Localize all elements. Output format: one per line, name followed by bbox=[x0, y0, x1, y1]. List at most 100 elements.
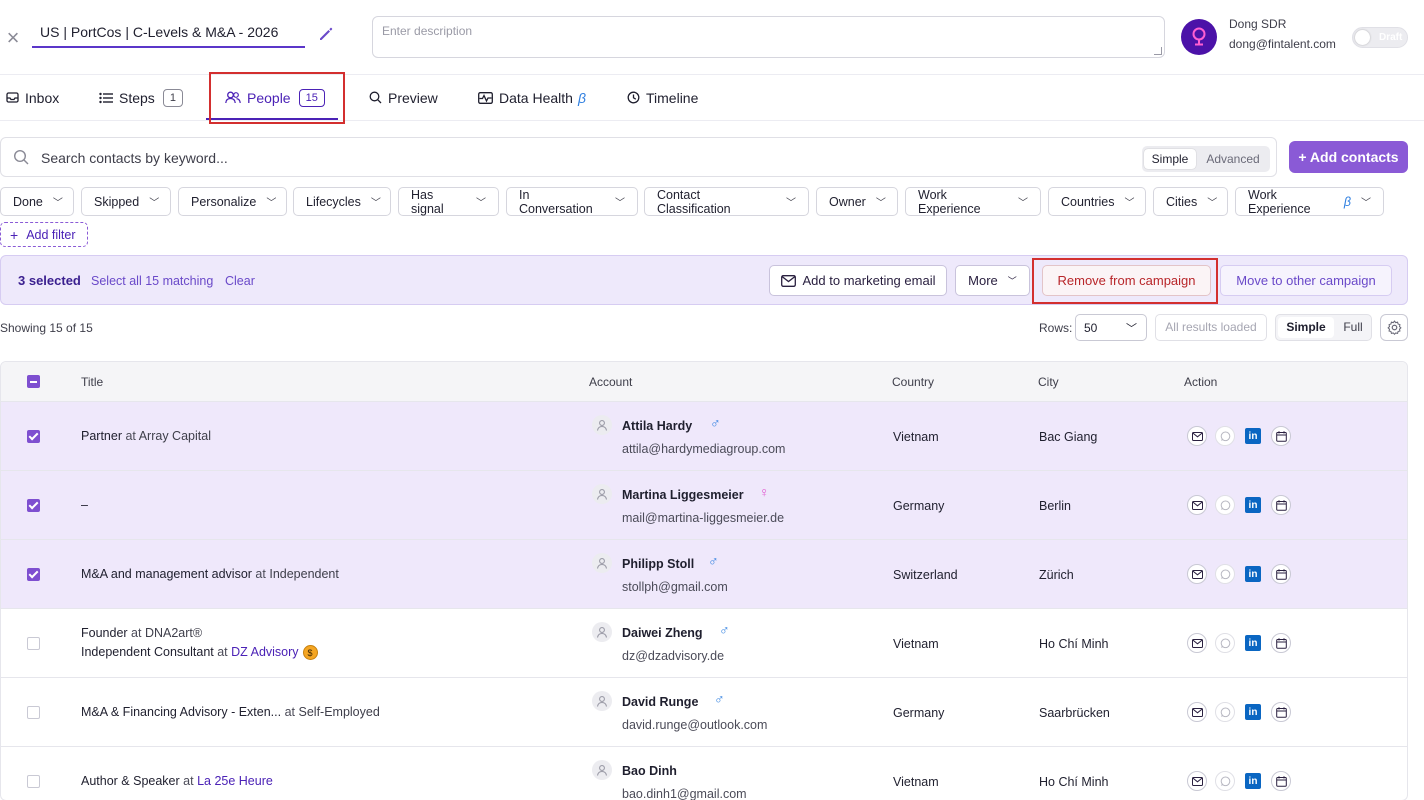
table-row[interactable]: – Martina Liggesmeier ♀ mail@martina-ligge… bbox=[1, 471, 1407, 540]
calendar-icon[interactable] bbox=[1271, 564, 1291, 584]
linkedin-icon[interactable]: in bbox=[1245, 704, 1261, 720]
tab-inbox[interactable]: Inbox bbox=[6, 75, 59, 120]
filter-owner[interactable]: Owner ﹀ bbox=[816, 187, 898, 216]
filter-personalize[interactable]: Personalize ﹀ bbox=[178, 187, 287, 216]
table-row[interactable]: Founder at DNA2art® Independent Consultan… bbox=[1, 609, 1407, 678]
whatsapp-icon[interactable] bbox=[1215, 702, 1235, 722]
view-mode-simple[interactable]: Simple bbox=[1278, 317, 1334, 338]
filter-has-signal[interactable]: Has signal ﹀ bbox=[398, 187, 499, 216]
calendar-icon[interactable] bbox=[1271, 633, 1291, 653]
contact-email[interactable]: dz@dzadvisory.de bbox=[622, 649, 724, 663]
column-header-account[interactable]: Account bbox=[589, 375, 632, 389]
filter-label: Personalize bbox=[191, 194, 257, 209]
add-filter-button[interactable]: + Add filter bbox=[0, 222, 88, 247]
filter-contact-classification[interactable]: Contact Classification ﹀ bbox=[644, 187, 809, 216]
draft-toggle[interactable]: Draft bbox=[1352, 27, 1408, 48]
resize-handle-icon[interactable] bbox=[1154, 47, 1162, 55]
beta-badge: β bbox=[1343, 194, 1351, 209]
remove-from-campaign-button[interactable]: Remove from campaign bbox=[1042, 265, 1211, 296]
avatar[interactable] bbox=[1181, 19, 1217, 55]
search-bar[interactable]: Search contacts by keyword... Simple Adv… bbox=[0, 137, 1277, 177]
contact-name[interactable]: Martina Liggesmeier bbox=[622, 488, 744, 502]
table-row[interactable]: Author & Speaker at La 25e Heure Bao Dinh… bbox=[1, 747, 1407, 800]
column-header-title[interactable]: Title bbox=[81, 375, 103, 389]
mail-icon[interactable] bbox=[1187, 426, 1207, 446]
contact-email[interactable]: david.runge@outlook.com bbox=[622, 718, 767, 732]
pencil-icon[interactable] bbox=[316, 24, 336, 44]
whatsapp-icon[interactable] bbox=[1215, 771, 1235, 791]
row-checkbox[interactable] bbox=[27, 430, 40, 443]
search-mode-advanced[interactable]: Advanced bbox=[1200, 149, 1266, 169]
select-all-matching-link[interactable]: Select all 15 matching bbox=[91, 274, 213, 288]
linkedin-icon[interactable]: in bbox=[1245, 773, 1261, 789]
calendar-icon[interactable] bbox=[1271, 702, 1291, 722]
clear-selection-link[interactable]: Clear bbox=[225, 274, 255, 288]
filter-cities[interactable]: Cities ﹀ bbox=[1153, 187, 1228, 216]
history-icon bbox=[627, 91, 640, 104]
column-header-country[interactable]: Country bbox=[892, 375, 934, 389]
tab-timeline[interactable]: Timeline bbox=[627, 75, 698, 120]
contact-name[interactable]: Philipp Stoll bbox=[622, 557, 694, 571]
country-cell: Vietnam bbox=[893, 637, 939, 651]
linkedin-icon[interactable]: in bbox=[1245, 428, 1261, 444]
filter-work-experience[interactable]: Work Experience ﹀ bbox=[905, 187, 1041, 216]
tab-preview[interactable]: Preview bbox=[369, 75, 438, 120]
contact-email[interactable]: mail@martina-liggesmeier.de bbox=[622, 511, 784, 525]
contact-email[interactable]: bao.dinh1@gmail.com bbox=[622, 787, 747, 800]
filter-countries[interactable]: Countries ﹀ bbox=[1048, 187, 1146, 216]
campaign-title-input[interactable]: US | PortCos | C-Levels & M&A - 2026 bbox=[32, 18, 305, 48]
description-textarea[interactable]: Enter description bbox=[372, 16, 1165, 58]
view-mode-full[interactable]: Full bbox=[1338, 317, 1368, 338]
mail-icon[interactable] bbox=[1187, 633, 1207, 653]
table-row[interactable]: M&A & Financing Advisory - Exten... at S… bbox=[1, 678, 1407, 747]
linkedin-icon[interactable]: in bbox=[1245, 566, 1261, 582]
mail-icon[interactable] bbox=[1187, 495, 1207, 515]
add-contacts-button[interactable]: + Add contacts bbox=[1289, 141, 1408, 173]
search-mode-simple[interactable]: Simple bbox=[1144, 149, 1196, 169]
filter-work-experience-beta[interactable]: Work Experience β ﹀ bbox=[1235, 187, 1384, 216]
contact-name[interactable]: Daiwei Zheng bbox=[622, 626, 703, 640]
whatsapp-icon[interactable] bbox=[1215, 426, 1235, 446]
rows-per-page-select[interactable]: 50 ﹀ bbox=[1075, 314, 1147, 341]
title-company[interactable]: La 25e Heure bbox=[197, 774, 273, 788]
select-all-checkbox[interactable] bbox=[27, 375, 40, 388]
calendar-icon[interactable] bbox=[1271, 495, 1291, 515]
more-dropdown-button[interactable]: More ﹀ bbox=[955, 265, 1030, 296]
row-checkbox[interactable] bbox=[27, 637, 40, 650]
company-link[interactable]: DZ Advisory bbox=[231, 645, 298, 659]
contact-name[interactable]: Attila Hardy bbox=[622, 419, 692, 433]
contact-email[interactable]: stollph@gmail.com bbox=[622, 580, 728, 594]
mail-icon[interactable] bbox=[1187, 702, 1207, 722]
contact-name[interactable]: David Runge bbox=[622, 695, 698, 709]
filter-done[interactable]: Done ﹀ bbox=[0, 187, 74, 216]
row-checkbox[interactable] bbox=[27, 568, 40, 581]
filter-lifecycles[interactable]: Lifecycles ﹀ bbox=[293, 187, 391, 216]
table-settings-button[interactable] bbox=[1380, 314, 1408, 341]
table-row[interactable]: M&A and management advisor at Independen… bbox=[1, 540, 1407, 609]
mail-icon[interactable] bbox=[1187, 564, 1207, 584]
contact-name[interactable]: Bao Dinh bbox=[622, 764, 677, 778]
mail-icon[interactable] bbox=[1187, 771, 1207, 791]
whatsapp-icon[interactable] bbox=[1215, 495, 1235, 515]
tab-people[interactable]: People 15 bbox=[225, 75, 325, 120]
search-input[interactable]: Search contacts by keyword... bbox=[41, 150, 228, 166]
close-icon[interactable]: × bbox=[4, 27, 22, 49]
move-to-other-campaign-button[interactable]: Move to other campaign bbox=[1220, 265, 1392, 296]
tab-steps[interactable]: Steps 1 bbox=[99, 75, 183, 120]
row-checkbox[interactable] bbox=[27, 706, 40, 719]
contact-email[interactable]: attila@hardymediagroup.com bbox=[622, 442, 785, 456]
filter-skipped[interactable]: Skipped ﹀ bbox=[81, 187, 171, 216]
row-checkbox[interactable] bbox=[27, 499, 40, 512]
linkedin-icon[interactable]: in bbox=[1245, 497, 1261, 513]
column-header-city[interactable]: City bbox=[1038, 375, 1059, 389]
table-row[interactable]: Partner at Array Capital Attila Hardy ♂ att… bbox=[1, 402, 1407, 471]
row-checkbox[interactable] bbox=[27, 775, 40, 788]
whatsapp-icon[interactable] bbox=[1215, 564, 1235, 584]
filter-in-conversation[interactable]: In Conversation ﹀ bbox=[506, 187, 638, 216]
linkedin-icon[interactable]: in bbox=[1245, 635, 1261, 651]
tab-data-health[interactable]: Data Health β bbox=[478, 75, 586, 120]
add-to-marketing-email-button[interactable]: Add to marketing email bbox=[769, 265, 947, 296]
calendar-icon[interactable] bbox=[1271, 426, 1291, 446]
whatsapp-icon[interactable] bbox=[1215, 633, 1235, 653]
calendar-icon[interactable] bbox=[1271, 771, 1291, 791]
